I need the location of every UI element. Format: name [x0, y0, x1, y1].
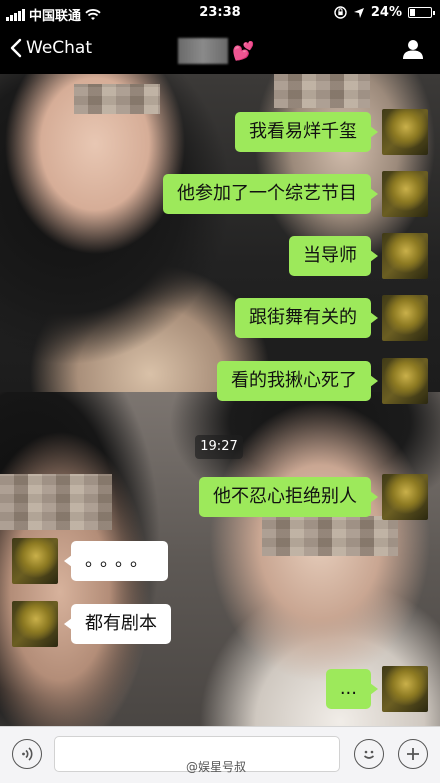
- voice-icon: [22, 747, 33, 761]
- message-bubble[interactable]: ...: [325, 669, 379, 709]
- back-label: WeChat: [26, 38, 92, 58]
- location-icon: [353, 7, 364, 18]
- timestamp-badge: 19:27: [195, 435, 243, 459]
- message-bubble[interactable]: 我看易烊千玺: [235, 112, 378, 152]
- mosaic-censor: [274, 74, 370, 108]
- status-bar: 中国联通 23:38 24%: [0, 0, 440, 26]
- background-photo-top: [0, 74, 440, 394]
- title-blur: [178, 38, 228, 64]
- message-bubble[interactable]: 当导师: [289, 236, 378, 276]
- avatar[interactable]: [382, 666, 428, 712]
- message-bubble[interactable]: 。。。。: [64, 541, 168, 581]
- emoji-button[interactable]: [354, 739, 384, 769]
- battery-icon: [408, 7, 435, 18]
- avatar[interactable]: [382, 474, 428, 520]
- avatar[interactable]: [382, 358, 428, 404]
- message-bubble[interactable]: 跟街舞有关的: [235, 298, 378, 338]
- battery-percent: 24%: [370, 5, 402, 20]
- mosaic-censor: [262, 516, 398, 556]
- mosaic-censor: [0, 474, 112, 530]
- back-button[interactable]: WeChat: [10, 38, 92, 58]
- rotation-lock-icon: [334, 6, 347, 19]
- status-right: 24%: [334, 5, 435, 20]
- voice-button[interactable]: [12, 739, 42, 769]
- chat-title: 💕: [178, 38, 254, 64]
- message-bubble[interactable]: 都有剧本: [64, 604, 171, 644]
- watermark: @娱星号叔: [186, 760, 247, 774]
- avatar[interactable]: [382, 295, 428, 341]
- chevron-left-icon: [10, 38, 22, 58]
- more-button[interactable]: [398, 739, 428, 769]
- message-bubble[interactable]: 他参加了一个综艺节目: [163, 174, 378, 214]
- avatar[interactable]: [382, 233, 428, 279]
- avatar[interactable]: [12, 538, 58, 584]
- avatar[interactable]: [382, 171, 428, 217]
- avatar[interactable]: [382, 109, 428, 155]
- mosaic-censor: [74, 84, 160, 114]
- plus-icon: [407, 748, 419, 760]
- emoji-icon: [363, 750, 375, 759]
- nav-bar: WeChat 💕: [0, 26, 440, 74]
- avatar[interactable]: [12, 601, 58, 647]
- profile-button[interactable]: [402, 38, 424, 64]
- message-bubble[interactable]: 他不忍心拒绝别人: [199, 477, 378, 517]
- message-bubble[interactable]: 看的我揪心死了: [217, 361, 378, 401]
- heart-emoji: 💕: [232, 40, 255, 62]
- person-icon: [403, 40, 423, 59]
